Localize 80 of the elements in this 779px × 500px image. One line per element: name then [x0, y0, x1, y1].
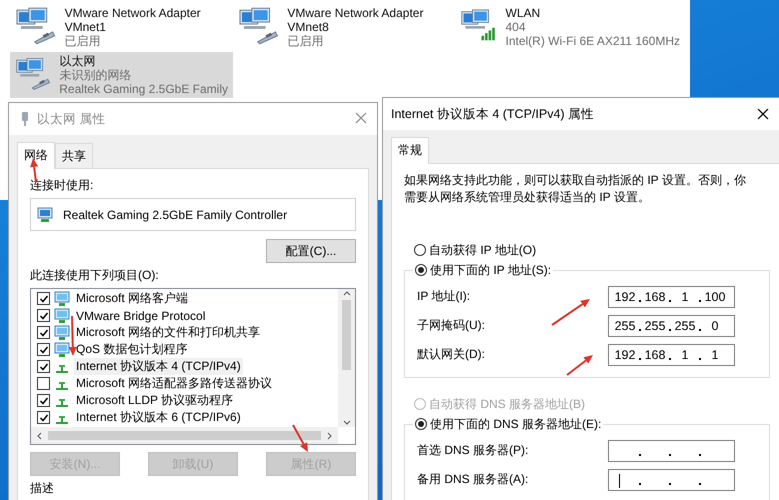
list-item[interactable]: Microsoft 网络的文件和打印机共享: [74, 324, 262, 341]
close-icon[interactable]: [757, 108, 769, 120]
annotation-arrow: [551, 299, 590, 326]
radio-option[interactable]: 使用下面的 DNS 服务器地址(E):: [415, 414, 602, 434]
annotation-arrow: [68, 316, 77, 356]
scroll-right-icon: [325, 430, 334, 440]
scroll-up-icon: [342, 289, 352, 298]
ip-address-field[interactable]: 192 168 1 100: [608, 286, 735, 308]
tab[interactable]: 网络: [17, 142, 55, 169]
scroll-left-icon: [35, 430, 44, 440]
list-item[interactable]: VMware Bridge Protocol: [74, 308, 208, 322]
field-label: 默认网关(D):: [417, 346, 485, 363]
radio-button[interactable]: [414, 244, 426, 256]
checkbox[interactable]: [37, 411, 50, 424]
field-label: IP 地址(I):: [417, 288, 470, 305]
ip-address-field[interactable]: 192 168 1 1: [608, 344, 735, 366]
protocol-icon: [56, 364, 68, 373]
adapter-status: 已启用: [64, 34, 102, 48]
network-adapter-icon: [238, 6, 280, 46]
radio-option[interactable]: 使用下面的 IP 地址(S):: [415, 260, 552, 280]
adapter-item[interactable]: 以太网 未识别的网络 Realtek Gaming 2.5GbE Family: [10, 52, 233, 98]
adapter-field: Realtek Gaming 2.5GbE Family Controller: [30, 198, 356, 231]
field-label: 子网掩码(U):: [417, 317, 485, 334]
checkbox[interactable]: [37, 326, 50, 339]
adapter-item[interactable]: VMware Network Adapter VMnet8 已启用: [233, 4, 455, 50]
field-label: 备用 DNS 服务器(A):: [417, 471, 528, 488]
checkbox[interactable]: [37, 377, 50, 390]
adapter-status: 已启用: [287, 34, 324, 48]
adapter-name: VMware Network Adapter VMnet1: [64, 6, 202, 34]
tab[interactable]: 共享: [55, 143, 93, 168]
list-item[interactable]: Internet 协议版本 4 (TCP/IPv4): [74, 358, 243, 375]
field-label: 连接时使用:: [30, 177, 94, 194]
horizontal-scrollbar[interactable]: [31, 427, 338, 444]
adapter-name: 以太网: [59, 54, 96, 68]
radio-option[interactable]: 自动获得 IP 地址(O): [414, 240, 771, 260]
annotation-arrow: [566, 355, 593, 376]
description-text: 如果网络支持此功能，则可以获取自动指派的 IP 设置。否则，你需要从网络系统管理员处获得适当的 IP 设置。: [404, 172, 747, 206]
list-item[interactable]: Microsoft 网络客户端: [74, 290, 190, 307]
checkbox[interactable]: [37, 394, 50, 407]
ip-address-field[interactable]: 255 255 255 0: [608, 314, 735, 336]
list-item[interactable]: QoS 数据包计划程序: [74, 341, 190, 358]
adapter-device: Intel(R) Wi-Fi 6E AX211 160MHz: [506, 34, 680, 48]
window-title: 以太网 属性: [37, 110, 106, 128]
group-label: 描述: [30, 480, 55, 497]
monitor-icon: [54, 324, 70, 340]
annotation-arrow: [292, 424, 308, 452]
radio-button[interactable]: [415, 418, 427, 430]
monitor-icon: [54, 290, 70, 306]
scroll-down-icon: [342, 418, 352, 427]
adapter-status: 404: [506, 20, 527, 34]
checkbox[interactable]: [37, 292, 50, 305]
plug-icon: [19, 111, 31, 127]
checkbox[interactable]: [37, 309, 50, 322]
ip-address-field[interactable]: [608, 468, 735, 490]
protocol-icon: [56, 415, 68, 424]
adapter-name: WLAN: [506, 6, 542, 20]
network-adapter-icon: [15, 6, 57, 46]
protocol-icon: [56, 381, 68, 390]
adapter-item[interactable]: WLAN 404 Intel(R) Wi-Fi 6E AX211 160MHz: [455, 4, 685, 50]
protocol-icon: [56, 398, 68, 407]
configure-button[interactable]: 配置(C)...: [266, 239, 356, 263]
network-card-icon: [37, 206, 53, 222]
ip-address-field[interactable]: [608, 440, 735, 462]
tab[interactable]: 常规: [391, 137, 429, 164]
vertical-scrollbar[interactable]: [338, 289, 355, 427]
checkbox[interactable]: [37, 360, 50, 373]
list-item[interactable]: Microsoft LLDP 协议驱动程序: [74, 392, 236, 409]
radio-button[interactable]: [415, 264, 427, 276]
adapter-item[interactable]: VMware Network Adapter VMnet1 已启用: [10, 4, 233, 50]
adapter-name: VMware Network Adapter VMnet8: [287, 6, 424, 34]
list-item[interactable]: Internet 协议版本 6 (TCP/IPv6): [74, 409, 243, 426]
checkbox[interactable]: [37, 343, 50, 356]
list-label: 此连接使用下列项目(O):: [30, 267, 160, 284]
list-item[interactable]: Microsoft 网络适配器多路传送器协议: [74, 375, 274, 392]
adapter-device: Realtek Gaming 2.5GbE Family: [59, 82, 228, 96]
monitor-icon: [54, 342, 70, 358]
adapter-status: 未识别的网络: [59, 68, 132, 82]
field-label: 首选 DNS 服务器(P):: [417, 442, 528, 459]
window-title: Internet 协议版本 4 (TCP/IPv4) 属性: [391, 106, 596, 122]
monitor-icon: [54, 308, 70, 324]
